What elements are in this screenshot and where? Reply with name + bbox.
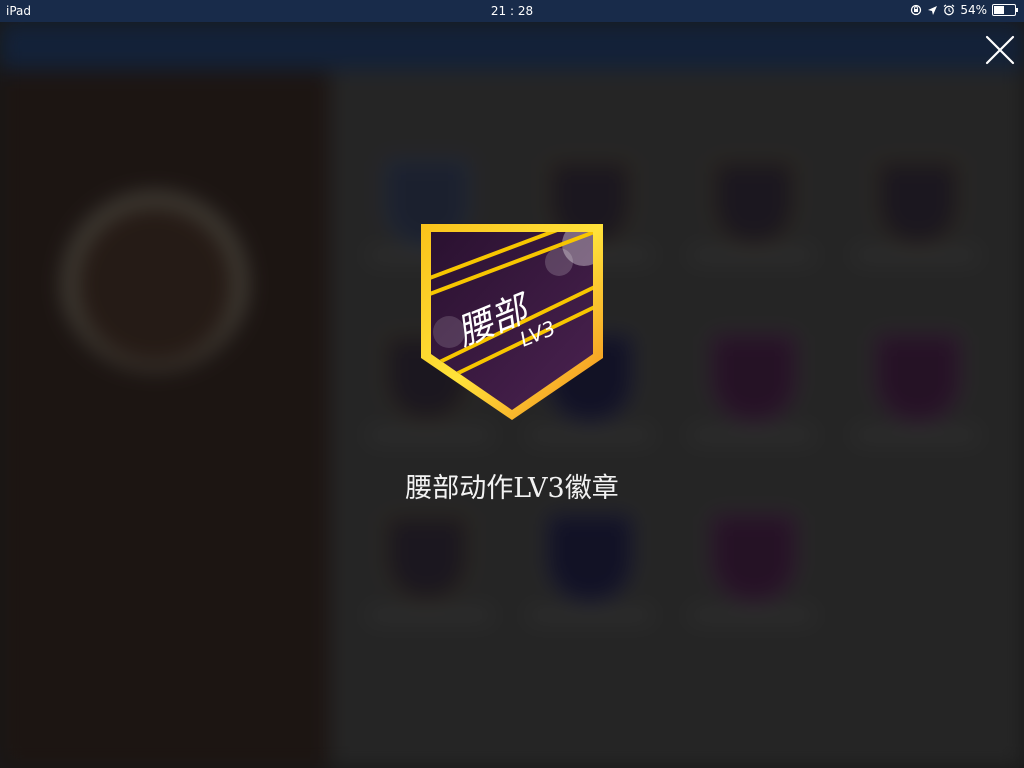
battery-icon bbox=[992, 4, 1018, 16]
badge-title: 腰部动作LV3徽章 bbox=[405, 473, 619, 504]
alarm-icon bbox=[943, 4, 955, 16]
status-bar: iPad 21 : 28 54% bbox=[0, 0, 1024, 22]
status-time: 21 : 28 bbox=[490, 4, 534, 18]
status-indicators: 54% bbox=[910, 3, 1018, 17]
close-button[interactable] bbox=[982, 32, 1018, 68]
battery-level-fill bbox=[994, 6, 1004, 14]
badge-image: 腰部 LV3 bbox=[419, 222, 605, 422]
location-icon bbox=[928, 5, 938, 15]
orientation-lock-icon bbox=[911, 4, 922, 16]
close-icon bbox=[985, 35, 1015, 65]
battery-percent: 54% bbox=[960, 3, 987, 17]
